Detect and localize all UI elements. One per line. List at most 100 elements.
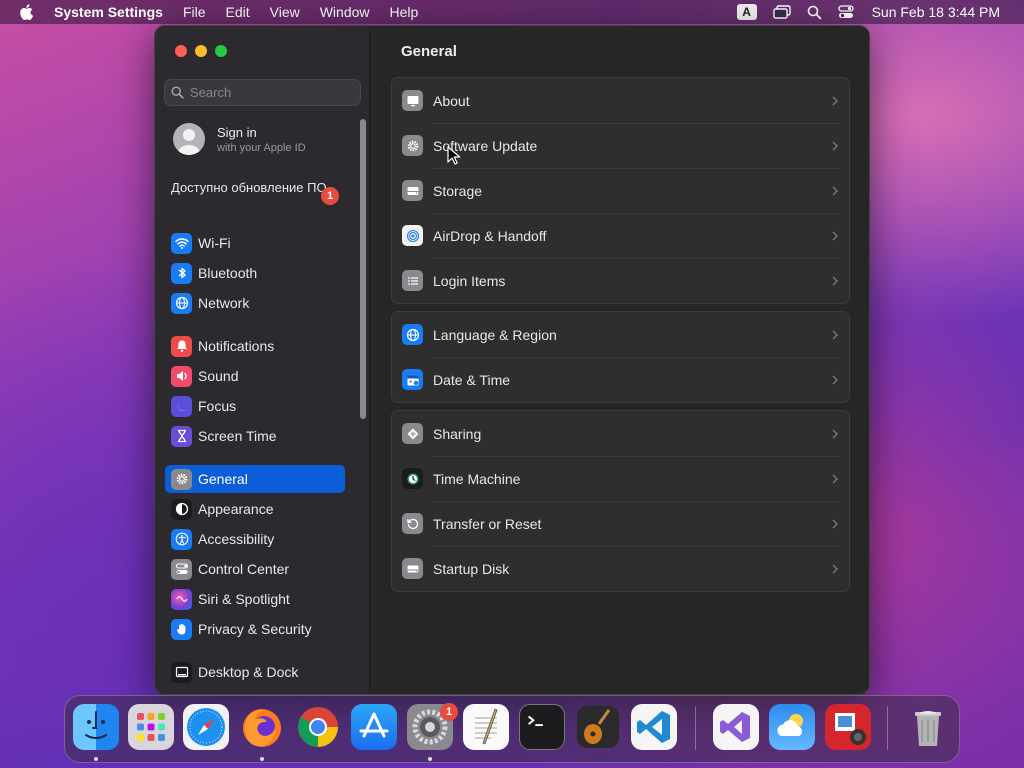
chevron-right-icon [832, 519, 838, 528]
sidebar-item-label: Screen Time [198, 428, 277, 444]
update-badge: 1 [321, 187, 339, 205]
row-time-machine[interactable]: Time Machine [392, 456, 849, 501]
row-label: Language & Region [433, 326, 557, 343]
apple-id-sign-in[interactable]: Sign in with your Apple ID [173, 123, 306, 155]
sidebar-item-label: Privacy & Security [198, 621, 312, 637]
row-date-time[interactable]: Date & Time [392, 357, 849, 402]
main-content: General About Software Update Storage Ai… [371, 26, 869, 694]
zoom-button[interactable] [215, 45, 227, 57]
chevron-right-icon [832, 96, 838, 105]
visual-studio-icon[interactable] [713, 704, 759, 750]
input-source-menu[interactable]: A [729, 0, 765, 24]
sidebar-item-accessibility[interactable]: Accessibility [165, 525, 345, 553]
sidebar-item-label: General [198, 471, 248, 487]
hourglass-icon [171, 425, 192, 447]
sidebar-item-bluetooth[interactable]: Bluetooth [165, 259, 345, 287]
sidebar-item-control-center[interactable]: Control Center [165, 555, 345, 583]
menu-app-name[interactable]: System Settings [52, 0, 173, 24]
terminal-icon[interactable] [519, 704, 565, 750]
globe-icon [402, 324, 423, 345]
menu-help[interactable]: Help [380, 0, 429, 24]
search-field[interactable] [164, 79, 361, 106]
finder-icon[interactable] [73, 704, 119, 750]
app-store-icon[interactable] [351, 704, 397, 750]
sidebar-item-general[interactable]: General [165, 465, 345, 493]
sidebar-item-notifications[interactable]: Notifications [165, 332, 345, 360]
avatar [173, 123, 205, 155]
sidebar-scrollbar[interactable] [360, 119, 366, 419]
hand-icon [171, 618, 192, 640]
menu-window[interactable]: Window [310, 0, 380, 24]
spotlight-search-icon[interactable] [799, 0, 830, 24]
menu-view[interactable]: View [260, 0, 310, 24]
chevron-right-icon [832, 474, 838, 483]
menu-file[interactable]: File [173, 0, 216, 24]
control-center-icon[interactable] [830, 0, 862, 24]
sharing-icon [402, 423, 423, 444]
input-source-indicator: A [736, 4, 757, 20]
wifi-icon [171, 232, 192, 254]
sidebar-item-appearance[interactable]: Appearance [165, 495, 345, 523]
row-startup-disk[interactable]: Startup Disk [392, 546, 849, 591]
photo-booth-icon[interactable] [825, 704, 871, 750]
monitor-icon [402, 90, 423, 111]
search-icon [171, 86, 184, 99]
appearance-icon [171, 498, 192, 520]
trash-icon[interactable] [905, 704, 951, 750]
airdrop-icon [402, 225, 423, 246]
system-settings-badge: 1 [440, 703, 458, 721]
vscode-icon[interactable] [631, 704, 677, 750]
sidebar-item-label: Focus [198, 398, 237, 414]
chrome-icon[interactable] [295, 704, 341, 750]
sidebar-item-focus[interactable]: Focus [165, 392, 345, 420]
sidebar-item-desktop-dock[interactable]: Desktop & Dock [165, 658, 345, 686]
close-button[interactable] [175, 45, 187, 57]
apple-menu-icon[interactable] [0, 4, 52, 20]
sidebar-item-screen-time[interactable]: Screen Time [165, 422, 345, 450]
row-storage[interactable]: Storage [392, 168, 849, 213]
sidebar-item-sound[interactable]: Sound [165, 362, 345, 390]
calendar-icon [402, 369, 423, 390]
screen-mirroring-icon[interactable] [765, 0, 799, 24]
row-label: Transfer or Reset [433, 515, 542, 532]
sign-in-title: Sign in [217, 124, 257, 140]
settings-group-2: Language & Region Date & Time [391, 311, 850, 403]
accessibility-icon [171, 528, 192, 550]
search-input[interactable] [190, 85, 350, 100]
settings-group-1: About Software Update Storage AirDrop & … [391, 77, 850, 304]
moon-icon [171, 395, 192, 417]
sidebar-item-network[interactable]: Network [165, 289, 345, 317]
menu-bar: System Settings File Edit View Window He… [0, 0, 1024, 24]
menu-clock[interactable]: Sun Feb 18 3:44 PM [862, 0, 1008, 24]
dock-separator [887, 706, 888, 750]
sidebar: Sign in with your Apple ID Доступно обно… [155, 26, 370, 694]
software-update-notice[interactable]: Доступно обновление ПО [171, 180, 341, 196]
sidebar-item-privacy-security[interactable]: Privacy & Security [165, 615, 345, 643]
speaker-icon [171, 365, 192, 387]
garageband-icon[interactable] [575, 704, 621, 750]
dock: 1 [64, 695, 960, 763]
toggles-icon [171, 558, 192, 580]
row-airdrop-handoff[interactable]: AirDrop & Handoff [392, 213, 849, 258]
row-about[interactable]: About [392, 78, 849, 123]
sidebar-item-label: Notifications [198, 338, 275, 354]
weather-icon[interactable] [769, 704, 815, 750]
row-language-region[interactable]: Language & Region [392, 312, 849, 357]
chevron-right-icon [832, 330, 838, 339]
chevron-right-icon [832, 141, 838, 150]
row-transfer-reset[interactable]: Transfer or Reset [392, 501, 849, 546]
row-login-items[interactable]: Login Items [392, 258, 849, 303]
launchpad-icon[interactable] [128, 704, 174, 750]
firefox-icon[interactable] [239, 704, 285, 750]
textedit-icon[interactable] [463, 704, 509, 750]
sidebar-item-wifi[interactable]: Wi-Fi [165, 229, 345, 257]
row-sharing[interactable]: Sharing [392, 411, 849, 456]
chevron-right-icon [832, 375, 838, 384]
safari-icon[interactable] [183, 704, 229, 750]
globe-icon [171, 292, 192, 314]
menu-edit[interactable]: Edit [216, 0, 260, 24]
row-label: AirDrop & Handoff [433, 227, 547, 244]
row-label: Storage [433, 182, 483, 199]
sidebar-item-siri-spotlight[interactable]: Siri & Spotlight [165, 585, 345, 613]
minimize-button[interactable] [195, 45, 207, 57]
